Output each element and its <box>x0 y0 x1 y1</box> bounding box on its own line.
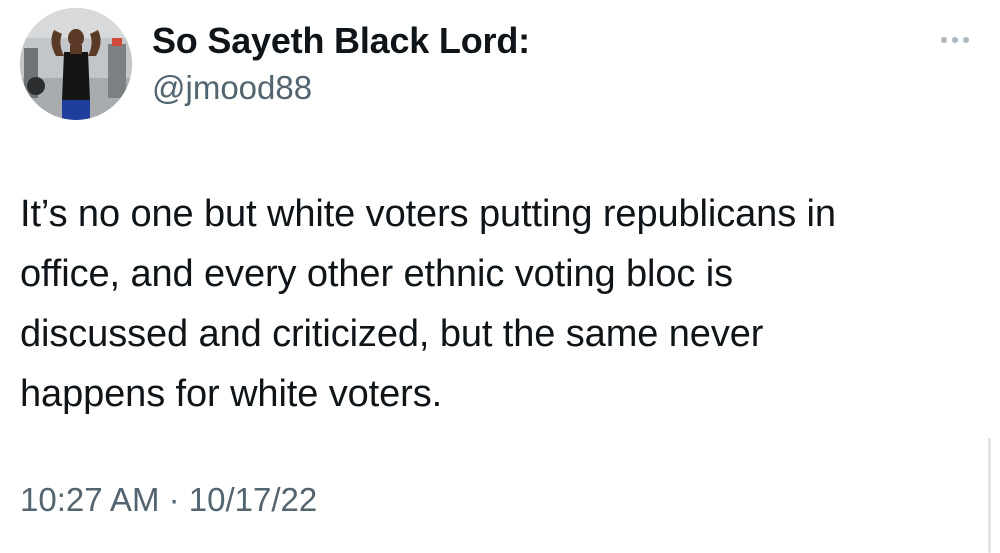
profile-photo-icon <box>20 8 132 120</box>
display-name[interactable]: So Sayeth Black Lord: <box>152 20 530 62</box>
tweet-date: 10/17/22 <box>188 481 318 518</box>
tweet-timestamp[interactable]: 10:27 AM · 10/17/22 <box>20 480 317 520</box>
tweet-text: It’s no one but white voters putting rep… <box>20 193 836 415</box>
tweet: So Sayeth Black Lord: @jmood88 It’s no o… <box>0 0 1000 553</box>
timestamp-separator: · <box>168 481 180 518</box>
more-options-icon[interactable] <box>935 28 975 52</box>
tweet-time: 10:27 AM <box>20 481 160 518</box>
scrollbar[interactable] <box>988 438 991 553</box>
avatar[interactable] <box>20 8 132 120</box>
user-handle[interactable]: @jmood88 <box>152 68 312 108</box>
